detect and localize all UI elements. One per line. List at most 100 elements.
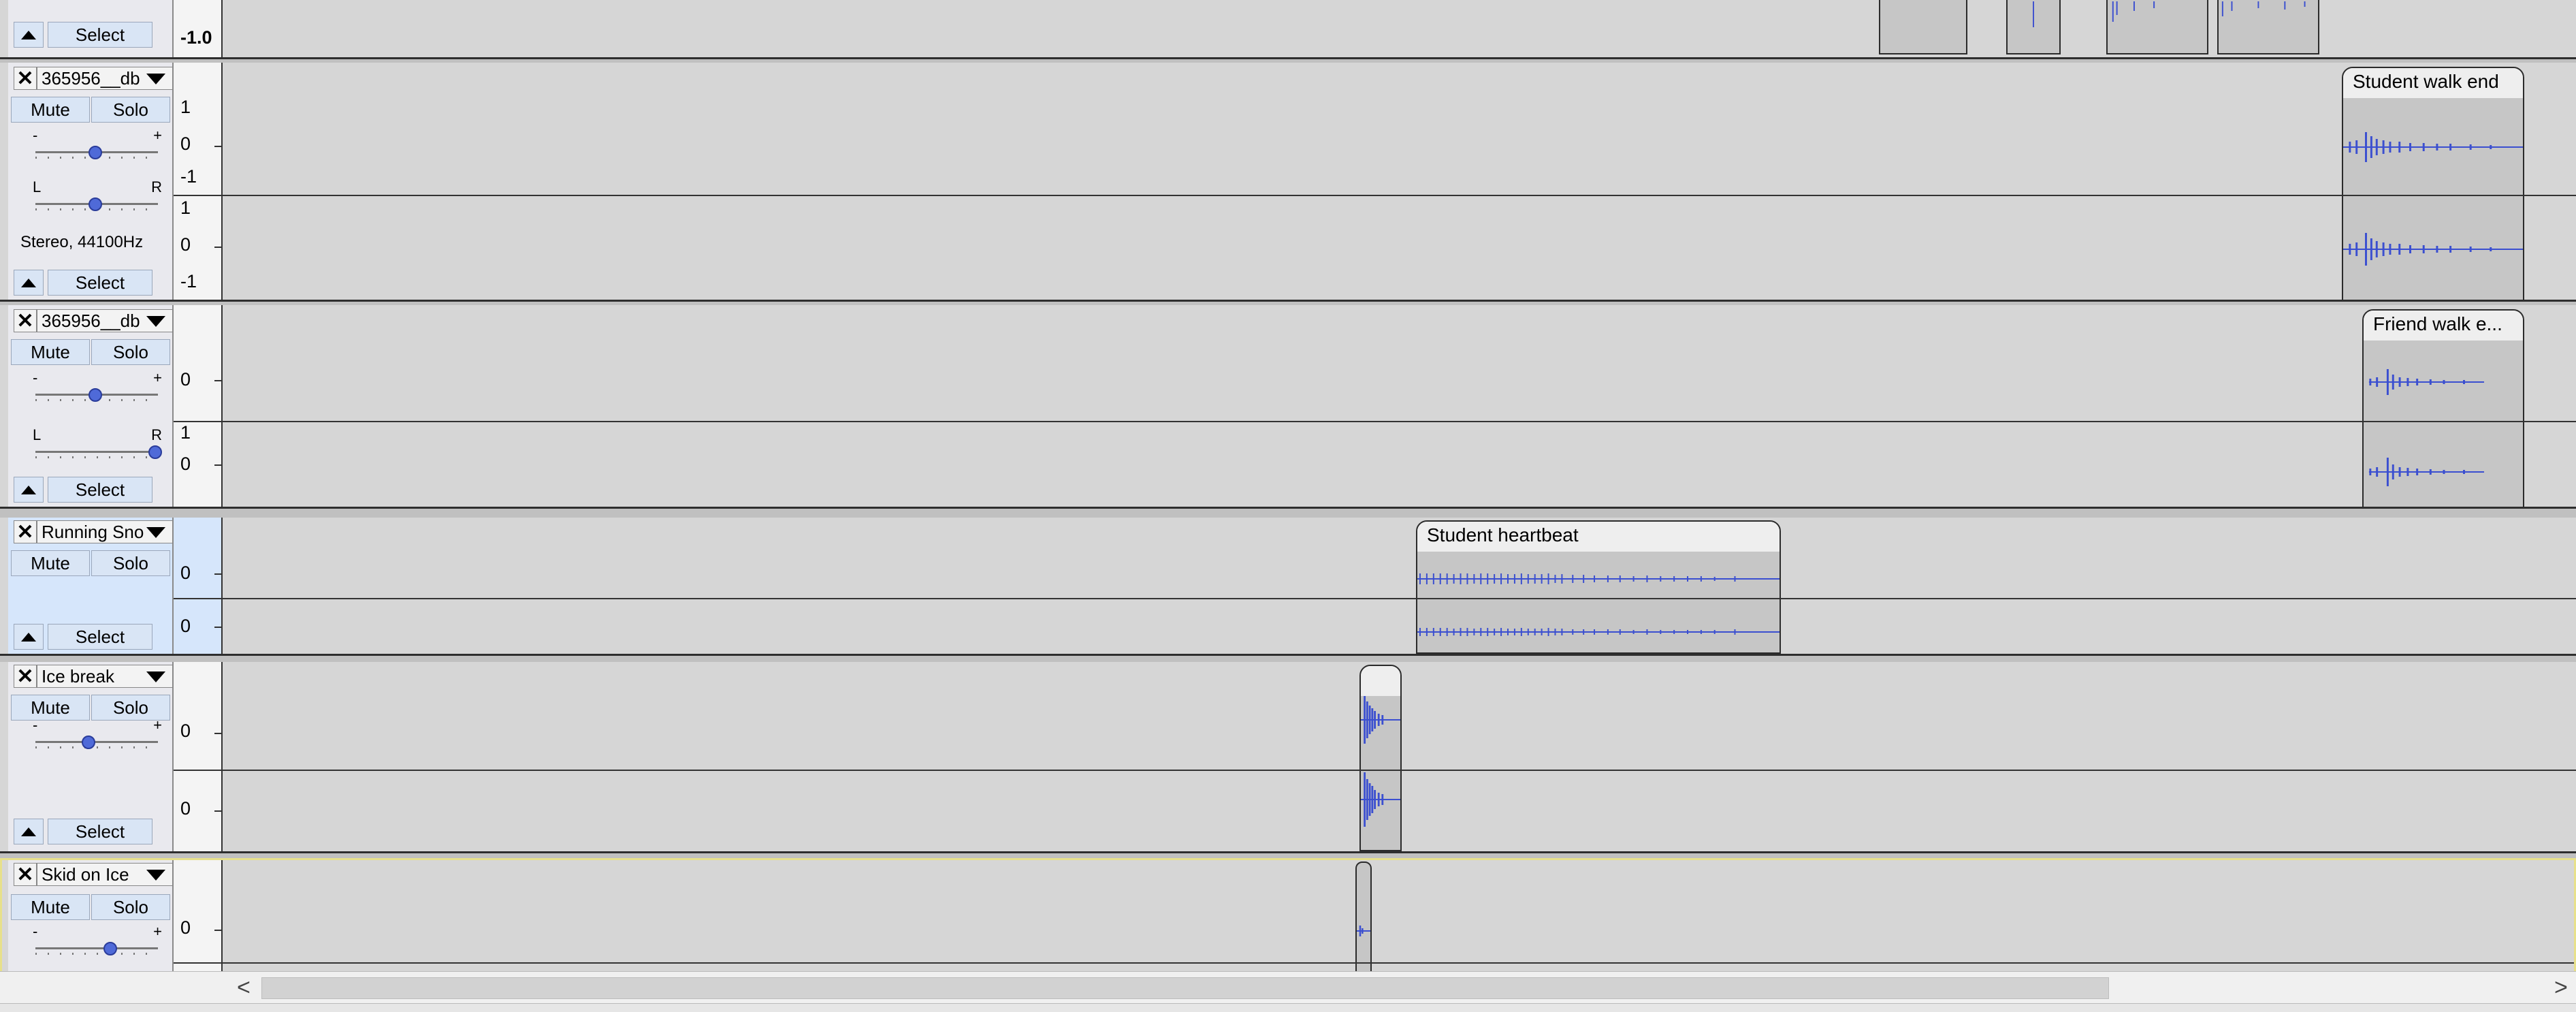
waveform (2108, 1, 2207, 29)
vertical-ruler: 0 0 (174, 518, 223, 654)
clip-name: Student walk end (2343, 68, 2523, 98)
gain-slider-knob[interactable] (88, 146, 102, 159)
dropdown-arrow-icon (146, 74, 165, 84)
ruler-label: 0 (180, 133, 191, 154)
audio-clip[interactable]: Student walk end (2342, 67, 2524, 301)
collapse-track-button[interactable] (14, 624, 44, 650)
channel-separator (174, 195, 2576, 196)
ruler-label: -1.0 (180, 27, 212, 48)
gain-slider[interactable]: - + (29, 716, 165, 756)
track-lane[interactable] (223, 662, 2576, 851)
audio-clip[interactable]: Friend walk e... (2362, 309, 2524, 508)
collapse-track-button[interactable] (14, 477, 44, 503)
gain-slider-knob[interactable] (88, 388, 102, 402)
gain-minus-label: - (33, 369, 38, 386)
select-track-button[interactable]: Select (48, 477, 152, 503)
waveform (2364, 365, 2523, 399)
track-control-panel: ✕ 365956__db Mute Solo - + L R Stereo, 4… (8, 63, 174, 301)
solo-button[interactable]: Solo (91, 894, 170, 920)
audio-clip[interactable] (1355, 861, 1372, 984)
gain-slider[interactable]: - + (29, 369, 165, 409)
ruler-label: -1 (180, 166, 197, 187)
waveform (2364, 455, 2523, 489)
close-track-button[interactable]: ✕ (14, 665, 37, 688)
track-name-menu[interactable]: 365956__db (37, 67, 173, 90)
mute-button[interactable]: Mute (11, 339, 90, 365)
select-track-button[interactable]: Select (48, 270, 152, 296)
track-name-menu[interactable]: Ice break (37, 665, 173, 688)
close-track-button[interactable]: ✕ (14, 67, 37, 90)
track-5: ✕ Skid on Ice Mute Solo - + 0 (0, 858, 2576, 984)
track-2: ✕ 365956__db Mute Solo - + L R Select 0 … (0, 305, 2576, 508)
gain-slider-knob[interactable] (103, 942, 117, 955)
pan-slider[interactable]: L R (29, 178, 165, 218)
collapse-arrow-icon (21, 827, 36, 836)
solo-button[interactable]: Solo (91, 97, 170, 123)
vertical-ruler: 0 0 (174, 662, 223, 851)
mute-button[interactable]: Mute (11, 97, 90, 123)
pan-slider[interactable]: L R (29, 426, 165, 466)
scroll-right-arrow[interactable]: > (2554, 975, 2568, 1001)
audio-clip[interactable]: Student heartbeat (1416, 520, 1781, 654)
pan-right-label: R (151, 178, 162, 195)
track-lane[interactable]: Student walk end (223, 63, 2576, 301)
collapse-track-button[interactable] (14, 22, 44, 48)
track-name-menu[interactable]: Running Sno (37, 520, 173, 543)
pan-slider-knob[interactable] (88, 197, 102, 211)
audio-clip[interactable] (2217, 0, 2319, 54)
track-name-menu[interactable]: Skid on Ice (37, 863, 173, 886)
mute-button[interactable]: Mute (11, 695, 90, 721)
vertical-ruler: 0 (174, 860, 223, 971)
track-control-panel: ✕ Running Sno Mute Solo Select (8, 518, 174, 654)
track-separator (0, 851, 2576, 853)
horizontal-scrollbar[interactable]: < > (0, 971, 2576, 1012)
track-lane[interactable]: Student heartbeat (223, 518, 2576, 654)
track-control-panel: Select (8, 0, 174, 59)
mute-button[interactable]: Mute (11, 894, 90, 920)
ruler-label: 1 (180, 197, 191, 218)
audio-clip[interactable] (1359, 665, 1402, 851)
solo-button[interactable]: Solo (91, 339, 170, 365)
gain-plus-label: + (153, 716, 162, 733)
select-track-button[interactable]: Select (48, 819, 152, 844)
close-track-button[interactable]: ✕ (14, 863, 37, 886)
scroll-left-arrow[interactable]: < (237, 975, 251, 1001)
track-lane[interactable] (223, 0, 2576, 59)
solo-button[interactable]: Solo (91, 550, 170, 576)
select-track-button[interactable]: Select (48, 22, 152, 48)
collapse-arrow-icon (21, 278, 36, 287)
status-strip (0, 1003, 2576, 1012)
track-format-info: Stereo, 44100Hz (20, 233, 144, 251)
gain-slider[interactable]: - + (29, 923, 165, 962)
close-track-button[interactable]: ✕ (14, 309, 37, 332)
mute-button[interactable]: Mute (11, 550, 90, 576)
ruler-label: -1 (180, 271, 197, 291)
select-track-button[interactable]: Select (48, 624, 152, 650)
dropdown-arrow-icon (146, 671, 165, 682)
track-name: Skid on Ice (42, 864, 129, 885)
track-partial-top: Select -1.0 (0, 0, 2576, 59)
close-track-button[interactable]: ✕ (14, 520, 37, 543)
audio-clip[interactable] (1879, 0, 1967, 54)
pan-left-label: L (33, 178, 42, 195)
audio-clip[interactable] (2006, 0, 2061, 54)
track-lane[interactable]: Friend walk e... (223, 305, 2576, 508)
collapse-track-button[interactable] (14, 819, 44, 844)
collapse-track-button[interactable] (14, 270, 44, 296)
track-name: 365956__db (42, 67, 140, 89)
track-4: ✕ Ice break Mute Solo - + Select 0 0 (0, 662, 2576, 851)
ruler-label: 1 (180, 422, 191, 443)
pan-slider-knob[interactable] (148, 445, 162, 459)
ruler-label: 0 (180, 454, 191, 474)
scrollbar-thumb[interactable] (261, 977, 2109, 999)
gain-slider[interactable]: - + (29, 127, 165, 166)
gain-slider-knob[interactable] (82, 736, 95, 749)
track-lane[interactable] (223, 860, 2574, 984)
channel-separator (174, 962, 2574, 964)
ruler-label: 0 (180, 234, 191, 255)
track-separator (0, 57, 2576, 59)
audio-clip[interactable] (2106, 0, 2208, 54)
gain-minus-label: - (33, 923, 38, 940)
track-name-menu[interactable]: 365956__db (37, 309, 173, 332)
dropdown-arrow-icon (146, 527, 165, 538)
